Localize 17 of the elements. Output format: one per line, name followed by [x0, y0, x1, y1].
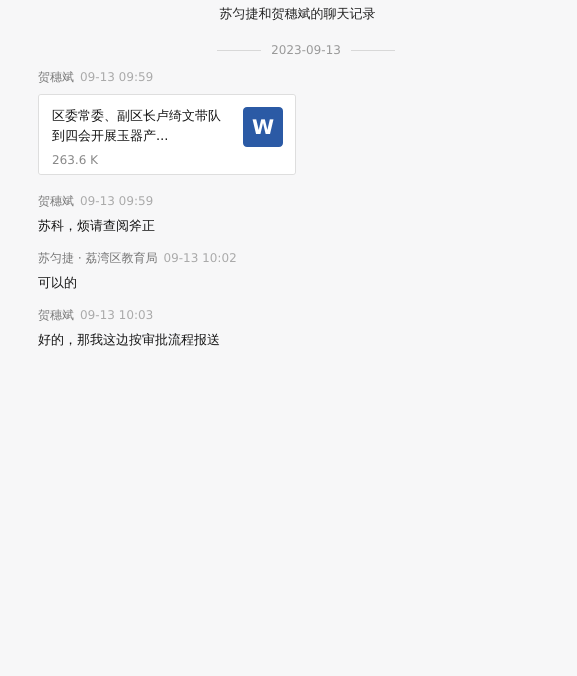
- file-name: 区委常委、副区长卢绮文带队到四会开展玉器产...: [52, 108, 222, 146]
- file-size: 263.6 K: [52, 153, 100, 167]
- message-text: 好的，那我这边按审批流程报送: [38, 332, 221, 350]
- message-time: 09-13 09:59: [80, 194, 154, 208]
- message-text: 可以的: [38, 275, 78, 293]
- message-time: 09-13 10:02: [163, 251, 237, 265]
- message-time: 09-13 09:59: [80, 70, 154, 84]
- document-icon: W: [243, 107, 283, 147]
- date-divider: 2023-09-13: [271, 43, 341, 57]
- sender-name: 贺穗斌: [38, 69, 74, 86]
- file-card[interactable]: 区委常委、副区长卢绮文带队到四会开展玉器产... 263.6 K W: [38, 94, 296, 175]
- sender-name: 贺穗斌: [38, 307, 74, 324]
- chat-title: 苏匀捷和贺穗斌的聊天记录: [218, 6, 376, 24]
- sender-name: 苏匀捷 · 荔湾区教育局: [38, 250, 158, 267]
- sender-name: 贺穗斌: [38, 193, 74, 210]
- message-text: 苏科，烦请查阅斧正: [38, 218, 156, 236]
- message-time: 09-13 10:03: [80, 308, 154, 322]
